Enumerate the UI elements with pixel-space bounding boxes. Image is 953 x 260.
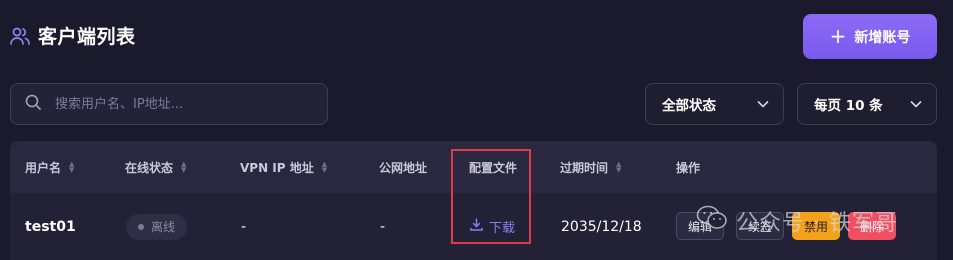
table-header: 用户名 ▲ ▼ 在线状态 ▲ ▼ VPN IP 地址 ▲ ▼ 公网地址 配置文件 过期… [10, 141, 937, 193]
page-title: 客户端列表 [38, 26, 136, 48]
cell-public-ip: - [380, 218, 386, 235]
column-label: 过期时间 [560, 160, 609, 175]
column-header-username[interactable]: 用户名 ▲ ▼ [25, 141, 74, 193]
cell-config: 下载 [470, 193, 515, 260]
column-header-expire[interactable]: 过期时间 ▲ ▼ [560, 141, 621, 193]
status-filter-value: 全部状态 [662, 98, 716, 114]
status-label: 离线 [151, 220, 176, 234]
sort-icon: ▲ ▼ [321, 160, 328, 174]
cell-status: 离线 [126, 193, 188, 260]
column-header-actions: 操作 [676, 141, 700, 193]
page-size-select[interactable]: 每页 10 条 [797, 83, 937, 125]
column-header-vpn-ip[interactable]: VPN IP 地址 ▲ ▼ [240, 141, 327, 193]
users-icon [10, 27, 30, 45]
cell-username: test01 [25, 218, 76, 235]
column-header-config: 配置文件 [469, 141, 517, 193]
plus-icon: + [829, 23, 847, 48]
column-label: VPN IP 地址 [240, 160, 314, 175]
column-label: 配置文件 [469, 160, 518, 175]
sort-icon: ▲ ▼ [69, 160, 75, 174]
search-box[interactable] [10, 83, 328, 125]
column-label: 公网地址 [379, 160, 428, 175]
column-label: 在线状态 [125, 160, 174, 175]
column-label: 操作 [676, 160, 701, 175]
status-filter-select[interactable]: 全部状态 [645, 83, 784, 125]
search-input[interactable] [53, 95, 297, 113]
disable-button[interactable]: 禁用 [792, 212, 840, 240]
delete-button[interactable]: 删除 [848, 212, 896, 240]
chevron-down-icon [910, 96, 922, 112]
column-label: 用户名 [25, 160, 62, 175]
client-table: 用户名 ▲ ▼ 在线状态 ▲ ▼ VPN IP 地址 ▲ ▼ 公网地址 配置文件 过期… [10, 141, 937, 260]
client-list-page: 客户端列表 + 新增账号 全部状态 每页 10 条 用户名 ▲▼ [0, 0, 953, 260]
chevron-down-icon [757, 96, 769, 112]
status-badge: 离线 [126, 213, 188, 240]
column-header-public-ip: 公网地址 [379, 141, 427, 193]
status-dot-icon [138, 223, 144, 230]
renew-button[interactable]: 续签 [736, 212, 784, 240]
sort-icon: ▲ ▼ [181, 160, 187, 174]
edit-button[interactable]: 编辑 [676, 212, 724, 240]
cell-vpn-ip: - [241, 218, 247, 235]
download-label: 下载 [489, 221, 516, 236]
search-icon [25, 94, 41, 114]
column-header-status[interactable]: 在线状态 ▲ ▼ [125, 141, 186, 193]
add-account-button[interactable]: + 新增账号 [803, 14, 937, 59]
cell-expire: 2035/12/18 [561, 218, 642, 235]
sort-icon: ▲ ▼ [616, 160, 622, 174]
download-icon [470, 218, 483, 235]
page-header: 客户端列表 [10, 22, 136, 49]
download-config-link[interactable]: 下载 [470, 217, 515, 236]
add-account-label: 新增账号 [854, 29, 911, 46]
page-size-value: 每页 10 条 [814, 98, 883, 114]
